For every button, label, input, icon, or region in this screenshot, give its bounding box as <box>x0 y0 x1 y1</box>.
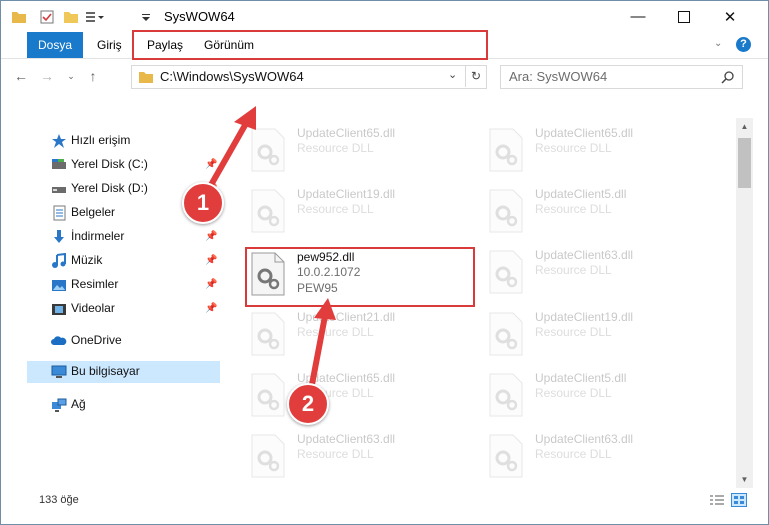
arrow-2 <box>307 298 336 398</box>
step-1-badge: 1 <box>182 182 224 224</box>
annotation-arrows <box>204 106 336 398</box>
arrow-1 <box>204 106 256 195</box>
step-2-badge: 2 <box>287 383 329 425</box>
